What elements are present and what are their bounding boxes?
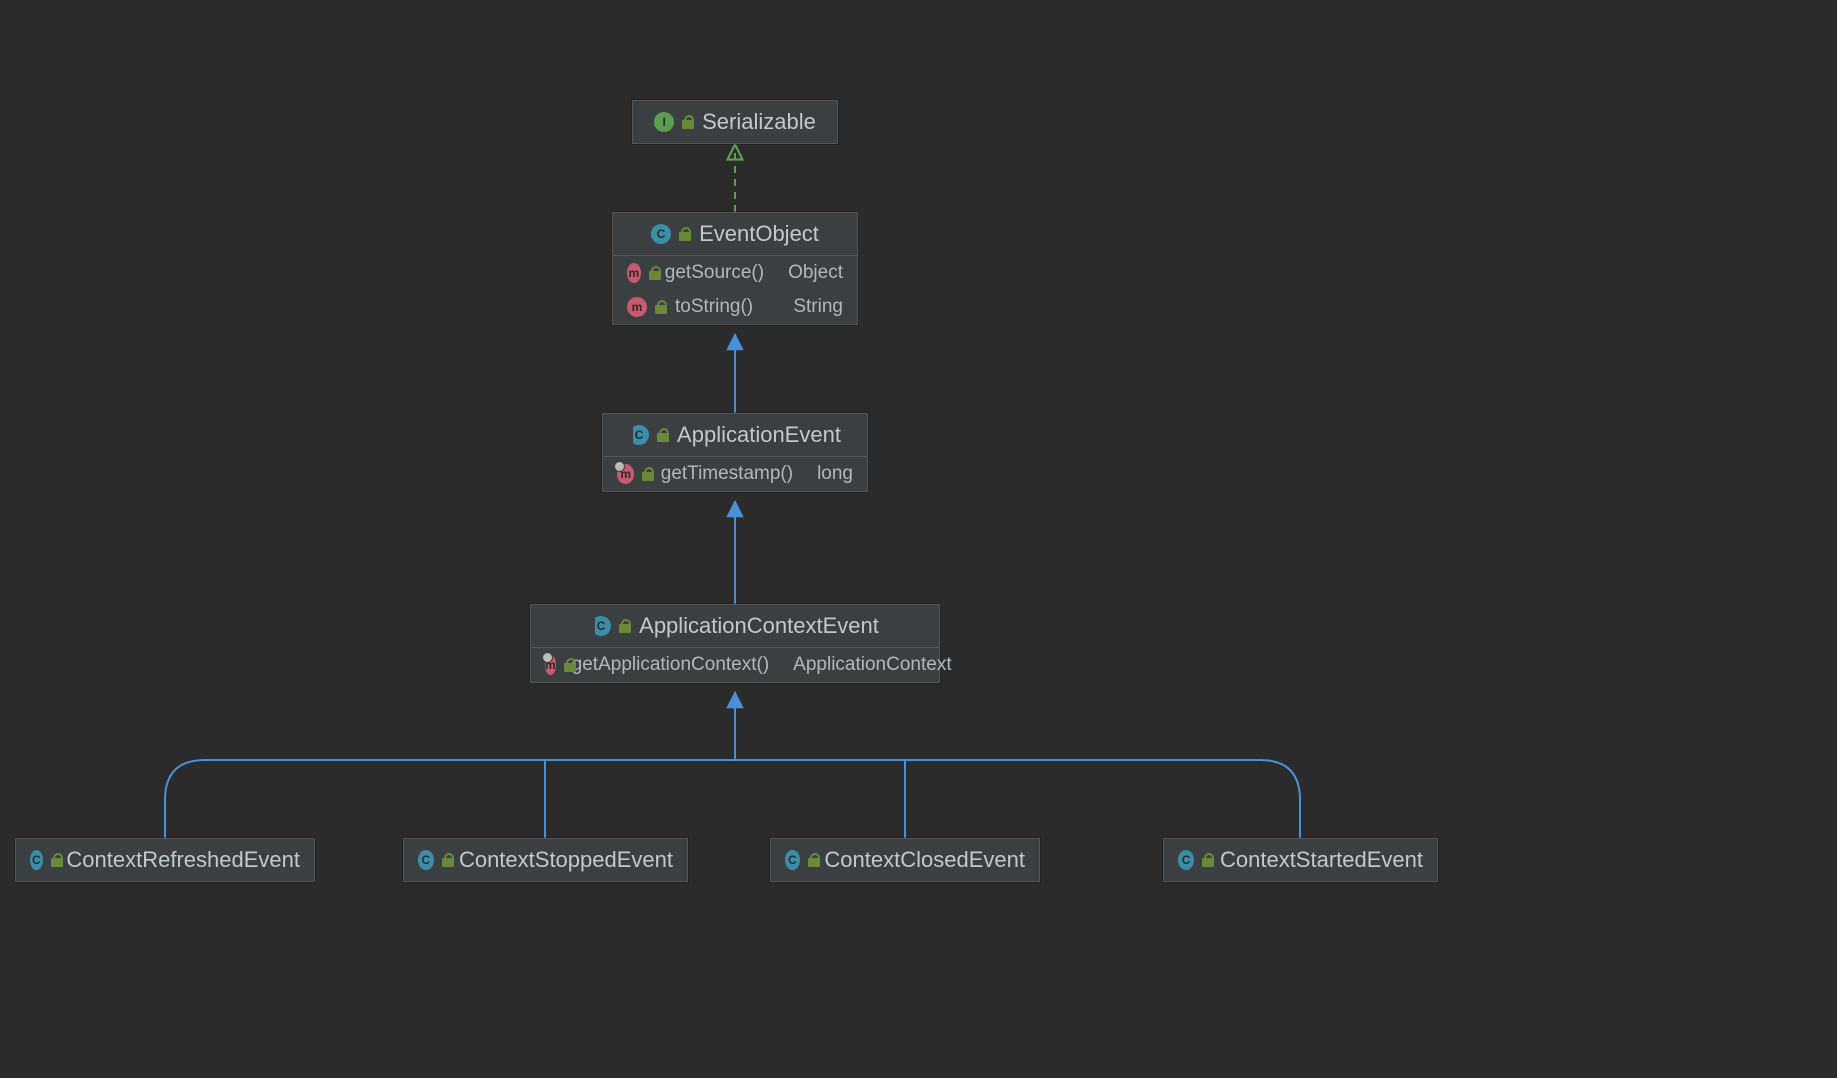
lock-icon bbox=[655, 300, 667, 314]
class-icon: C bbox=[1178, 850, 1194, 870]
class-name: EventObject bbox=[699, 221, 819, 247]
method-name: getTimestamp() bbox=[661, 463, 793, 485]
node-header: C ContextStartedEvent bbox=[1164, 839, 1437, 881]
lock-icon bbox=[51, 853, 59, 867]
method-icon: m bbox=[627, 263, 641, 283]
return-type: String bbox=[777, 296, 843, 318]
node-header: C ContextRefreshedEvent bbox=[16, 839, 314, 881]
lock-icon bbox=[679, 227, 691, 241]
method-icon: m bbox=[545, 655, 556, 675]
class-name: ApplicationContextEvent bbox=[639, 613, 879, 639]
method-row: m getApplicationContext() ApplicationCon… bbox=[531, 648, 939, 682]
method-name: getSource() bbox=[665, 262, 764, 284]
return-type: Object bbox=[772, 262, 843, 284]
method-row: m getTimestamp() long bbox=[603, 457, 867, 491]
method-row: m toString() String bbox=[613, 290, 857, 324]
class-name: ContextClosedEvent bbox=[824, 847, 1025, 873]
class-name: ContextRefreshedEvent bbox=[66, 847, 300, 873]
class-icon: C bbox=[418, 850, 434, 870]
method-row: m getSource() Object bbox=[613, 256, 857, 290]
class-name: ContextStoppedEvent bbox=[459, 847, 673, 873]
lock-icon bbox=[808, 853, 817, 867]
method-icon: m bbox=[617, 464, 634, 484]
method-name: getApplicationContext() bbox=[572, 654, 770, 676]
method-icon: m bbox=[627, 297, 647, 317]
node-context-closed[interactable]: C ContextClosedEvent bbox=[770, 838, 1040, 882]
node-header: C ApplicationEvent bbox=[603, 414, 867, 457]
node-application-event[interactable]: C ApplicationEvent m getTimestamp() long bbox=[602, 413, 868, 492]
class-name: ApplicationEvent bbox=[677, 422, 841, 448]
interface-icon: I bbox=[654, 112, 674, 132]
node-serializable[interactable]: I Serializable bbox=[632, 100, 838, 144]
lock-icon bbox=[619, 619, 631, 633]
lock-icon bbox=[642, 467, 652, 481]
diagram-canvas: I Serializable C EventObject m getSource… bbox=[0, 0, 1837, 1078]
lock-icon bbox=[682, 115, 694, 129]
class-icon: C bbox=[651, 224, 671, 244]
method-name: toString() bbox=[675, 296, 753, 318]
node-context-refreshed[interactable]: C ContextRefreshedEvent bbox=[15, 838, 315, 882]
connector-lines bbox=[0, 0, 1837, 1078]
node-header: I Serializable bbox=[633, 101, 837, 143]
return-type: ApplicationContext bbox=[777, 654, 951, 676]
lock-icon bbox=[442, 853, 451, 867]
node-event-object[interactable]: C EventObject m getSource() Object m toS… bbox=[612, 212, 858, 325]
lock-icon bbox=[1202, 853, 1212, 867]
node-header: C ContextStoppedEvent bbox=[404, 839, 687, 881]
node-context-started[interactable]: C ContextStartedEvent bbox=[1163, 838, 1438, 882]
class-name: Serializable bbox=[702, 109, 816, 135]
return-type: long bbox=[801, 463, 853, 485]
node-header: C EventObject bbox=[613, 213, 857, 256]
lock-icon bbox=[657, 428, 669, 442]
abstract-class-icon: C bbox=[629, 425, 649, 445]
node-context-stopped[interactable]: C ContextStoppedEvent bbox=[403, 838, 688, 882]
node-application-context-event[interactable]: C ApplicationContextEvent m getApplicati… bbox=[530, 604, 940, 683]
class-name: ContextStartedEvent bbox=[1220, 847, 1423, 873]
abstract-class-icon: C bbox=[591, 616, 611, 636]
class-icon: C bbox=[30, 850, 43, 870]
node-header: C ContextClosedEvent bbox=[771, 839, 1039, 881]
lock-icon bbox=[649, 266, 657, 280]
node-header: C ApplicationContextEvent bbox=[531, 605, 939, 648]
class-icon: C bbox=[785, 850, 800, 870]
